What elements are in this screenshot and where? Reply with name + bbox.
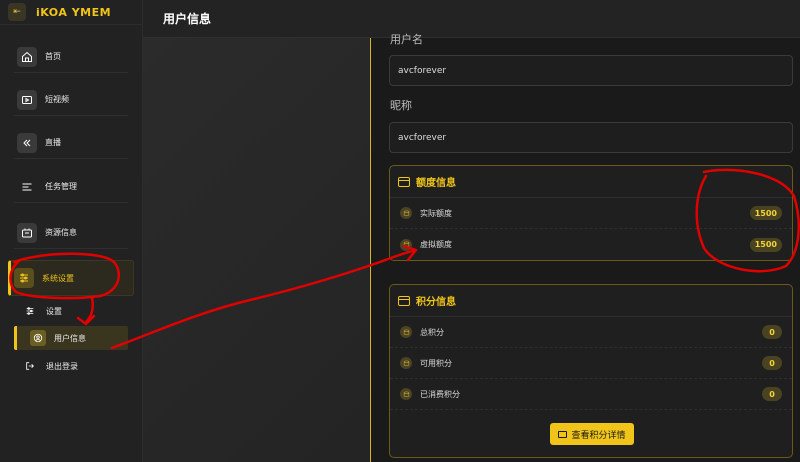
- quota-value-badge: 1500: [749, 206, 782, 220]
- quota-card: 额度信息 实际额度 1500 虚拟额度 1500: [389, 165, 793, 261]
- nickname-field[interactable]: avcforever: [389, 122, 793, 153]
- sidebar-item-tasks[interactable]: 任务管理: [14, 171, 128, 203]
- sidebar-item-short-video[interactable]: 短视频: [14, 84, 128, 116]
- points-card: 积分信息 总积分 0 可用积分 0 已消费积分 0 查看积分详情: [389, 284, 793, 458]
- card-icon: [558, 430, 568, 438]
- points-card-title: 积分信息: [416, 297, 456, 308]
- resource-icon: [17, 222, 37, 243]
- sliders-icon: [14, 268, 34, 288]
- coin-stack-icon: [400, 207, 412, 219]
- coin-stack-icon: [400, 238, 412, 251]
- points-row-label: 已消费积分: [420, 389, 460, 399]
- username-field[interactable]: avcforever: [389, 55, 793, 86]
- quota-card-header: 额度信息: [390, 166, 792, 198]
- points-row-total: 总积分 0: [390, 317, 792, 348]
- video-icon: [17, 89, 37, 110]
- coin-stack-icon: [400, 357, 412, 369]
- sidebar-subitem-settings[interactable]: 设置: [14, 299, 128, 323]
- sidebar-item-system-settings[interactable]: 系统设置: [8, 260, 134, 296]
- settings-sliders-icon: [22, 303, 38, 319]
- sidebar-item-home[interactable]: 首页: [14, 41, 128, 73]
- sidebar-item-label: 资源信息: [45, 228, 77, 237]
- sidebar: ⇤ iKOA YMEM 首页 短视频 直播 任务管理 资源信息 系统设置 设置 …: [0, 0, 143, 462]
- live-icon: [17, 132, 37, 153]
- task-list-icon: [17, 177, 37, 197]
- brand-bar: ⇤ iKOA YMEM: [0, 0, 142, 25]
- nickname-label: 昵称: [390, 99, 412, 112]
- quota-row-label: 实际额度: [420, 208, 452, 218]
- card-icon: [398, 176, 410, 187]
- quota-card-title: 额度信息: [416, 178, 456, 189]
- quota-row-actual: 实际额度 1500: [390, 198, 792, 229]
- sidebar-item-resources[interactable]: 资源信息: [14, 217, 128, 249]
- view-points-detail-label: 查看积分详情: [571, 430, 626, 441]
- collapse-menu-icon[interactable]: ⇤: [8, 3, 26, 21]
- sidebar-item-label: 直播: [45, 138, 61, 147]
- points-value-badge: 0: [762, 387, 782, 401]
- view-points-detail-button[interactable]: 查看积分详情: [550, 423, 634, 445]
- points-row-label: 总积分: [420, 327, 444, 337]
- coin-stack-icon: [400, 388, 412, 400]
- page-header: 用户信息: [143, 0, 800, 38]
- sidebar-item-label: 系统设置: [42, 273, 74, 283]
- home-icon: [17, 46, 37, 67]
- points-value-badge: 0: [762, 325, 782, 339]
- points-row-available: 可用积分 0: [390, 348, 792, 379]
- user-info-panel: 用户名 avcforever 昵称 avcforever 额度信息 实际额度 1…: [370, 33, 800, 462]
- points-row-label: 可用积分: [420, 358, 452, 368]
- card-icon: [398, 295, 410, 306]
- page-title: 用户信息: [163, 12, 212, 26]
- sidebar-subitem-label: 退出登录: [46, 361, 78, 371]
- sidebar-item-label: 短视频: [45, 95, 69, 104]
- user-icon: [30, 330, 46, 346]
- coin-stack-icon: [400, 326, 412, 338]
- sidebar-subitem-label: 设置: [46, 306, 62, 316]
- points-row-consumed: 已消费积分 0: [390, 379, 792, 410]
- sidebar-item-live[interactable]: 直播: [14, 127, 128, 159]
- brand-name: iKOA YMEM: [36, 5, 112, 19]
- logout-icon: [22, 358, 38, 374]
- username-label: 用户名: [390, 33, 423, 46]
- quota-value-badge: 1500: [749, 237, 782, 252]
- sidebar-item-label: 任务管理: [45, 182, 77, 191]
- quota-row-label: 虚拟额度: [420, 240, 452, 249]
- main-content: 用户名 avcforever 昵称 avcforever 额度信息 实际额度 1…: [143, 33, 800, 462]
- sidebar-subitem-user-info[interactable]: 用户信息: [14, 326, 128, 350]
- quota-row-virtual: 虚拟额度 1500: [390, 229, 792, 260]
- sidebar-subitem-logout[interactable]: 退出登录: [14, 354, 128, 378]
- points-value-badge: 0: [762, 356, 782, 370]
- sidebar-item-label: 首页: [45, 52, 61, 61]
- sidebar-subitem-label: 用户信息: [54, 333, 86, 343]
- points-card-header: 积分信息: [390, 285, 792, 317]
